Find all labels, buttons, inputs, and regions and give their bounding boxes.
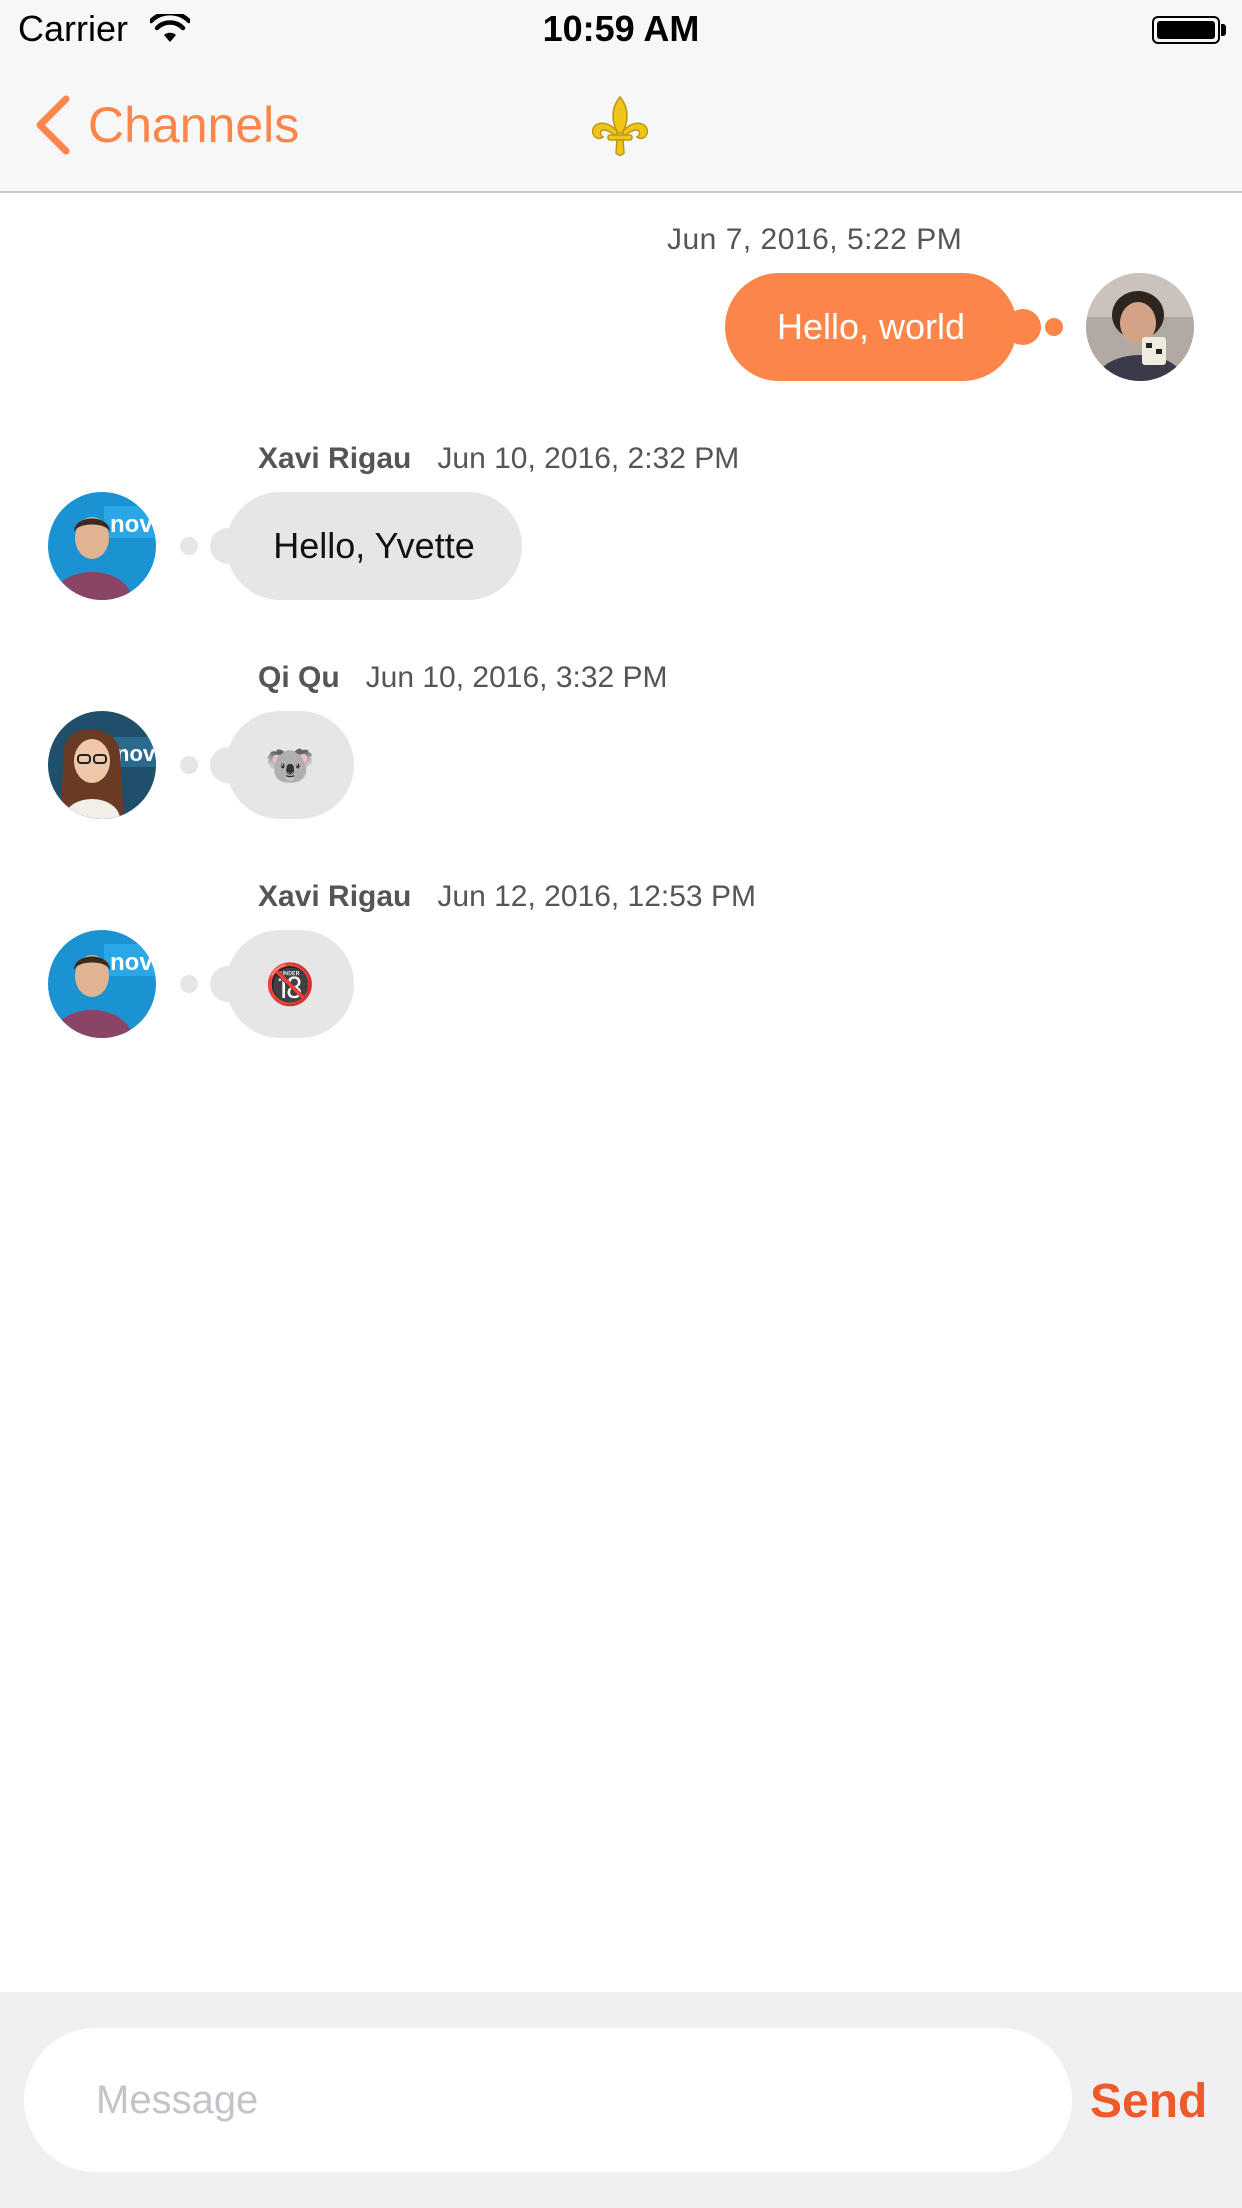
message-header: Xavi Rigau Jun 10, 2016, 2:32 PM bbox=[258, 442, 739, 476]
user-avatar-icon bbox=[1086, 273, 1194, 381]
back-label: Channels bbox=[88, 97, 300, 153]
message-input[interactable] bbox=[24, 2028, 1072, 2172]
message-timestamp: Jun 7, 2016, 5:22 PM bbox=[667, 223, 963, 256]
avatar[interactable]: nov bbox=[48, 930, 156, 1038]
clock: 10:59 AM bbox=[542, 8, 700, 49]
incoming-message-bubble[interactable]: 🔞 bbox=[226, 930, 354, 1038]
navigation-bar: Channels bbox=[0, 60, 1242, 193]
chat-screen: Carrier 10:59 AM Channels Jun 7, 2016, 5… bbox=[0, 0, 1242, 2208]
user-avatar-icon: nov bbox=[48, 711, 156, 819]
message-text: Hello, Yvette bbox=[273, 525, 475, 566]
svg-text:nov: nov bbox=[110, 511, 153, 538]
message-header: Xavi Rigau Jun 12, 2016, 12:53 PM bbox=[258, 880, 756, 914]
outgoing-message-bubble[interactable]: Hello, world bbox=[725, 273, 1017, 381]
bubble-tail-dot bbox=[180, 537, 198, 555]
message-timestamp: Jun 12, 2016, 12:53 PM bbox=[437, 880, 756, 913]
bubble-tail-dot bbox=[180, 756, 198, 774]
message-header: Qi Qu Jun 10, 2016, 3:32 PM bbox=[258, 661, 668, 695]
message-text: Hello, world bbox=[776, 306, 966, 347]
sender-name: Xavi Rigau bbox=[258, 880, 412, 913]
incoming-message-bubble[interactable]: Hello, Yvette bbox=[226, 492, 522, 600]
message-timestamp: Jun 10, 2016, 2:32 PM bbox=[437, 442, 740, 475]
message-timestamp: Jun 10, 2016, 3:32 PM bbox=[365, 661, 668, 694]
send-button[interactable]: Send bbox=[1090, 2052, 1207, 2152]
user-avatar-icon: nov bbox=[48, 492, 156, 600]
chevron-left-icon bbox=[36, 95, 70, 155]
avatar[interactable] bbox=[1086, 273, 1194, 381]
message-text: 🐨 bbox=[265, 743, 315, 788]
incoming-message-bubble[interactable]: 🐨 bbox=[226, 711, 354, 819]
back-button[interactable]: Channels bbox=[30, 90, 299, 160]
message-text: 🔞 bbox=[265, 962, 315, 1007]
status-bar: Carrier 10:59 AM bbox=[0, 0, 1242, 60]
message-composer: Send bbox=[0, 1992, 1242, 2208]
bubble-tail-dot bbox=[1045, 318, 1063, 336]
battery-tip bbox=[1221, 24, 1226, 36]
sender-name: Xavi Rigau bbox=[258, 442, 412, 475]
user-avatar-icon: nov bbox=[48, 930, 156, 1038]
svg-text:nov: nov bbox=[116, 741, 156, 766]
svg-text:nov: nov bbox=[110, 949, 153, 976]
fleur-de-lis-icon bbox=[591, 95, 649, 156]
bubble-tail-dot bbox=[180, 975, 198, 993]
bubble-tail bbox=[1005, 309, 1041, 345]
battery-icon bbox=[1152, 16, 1220, 44]
avatar[interactable]: nov bbox=[48, 492, 156, 600]
sender-name: Qi Qu bbox=[258, 661, 340, 694]
avatar[interactable]: nov bbox=[48, 711, 156, 819]
